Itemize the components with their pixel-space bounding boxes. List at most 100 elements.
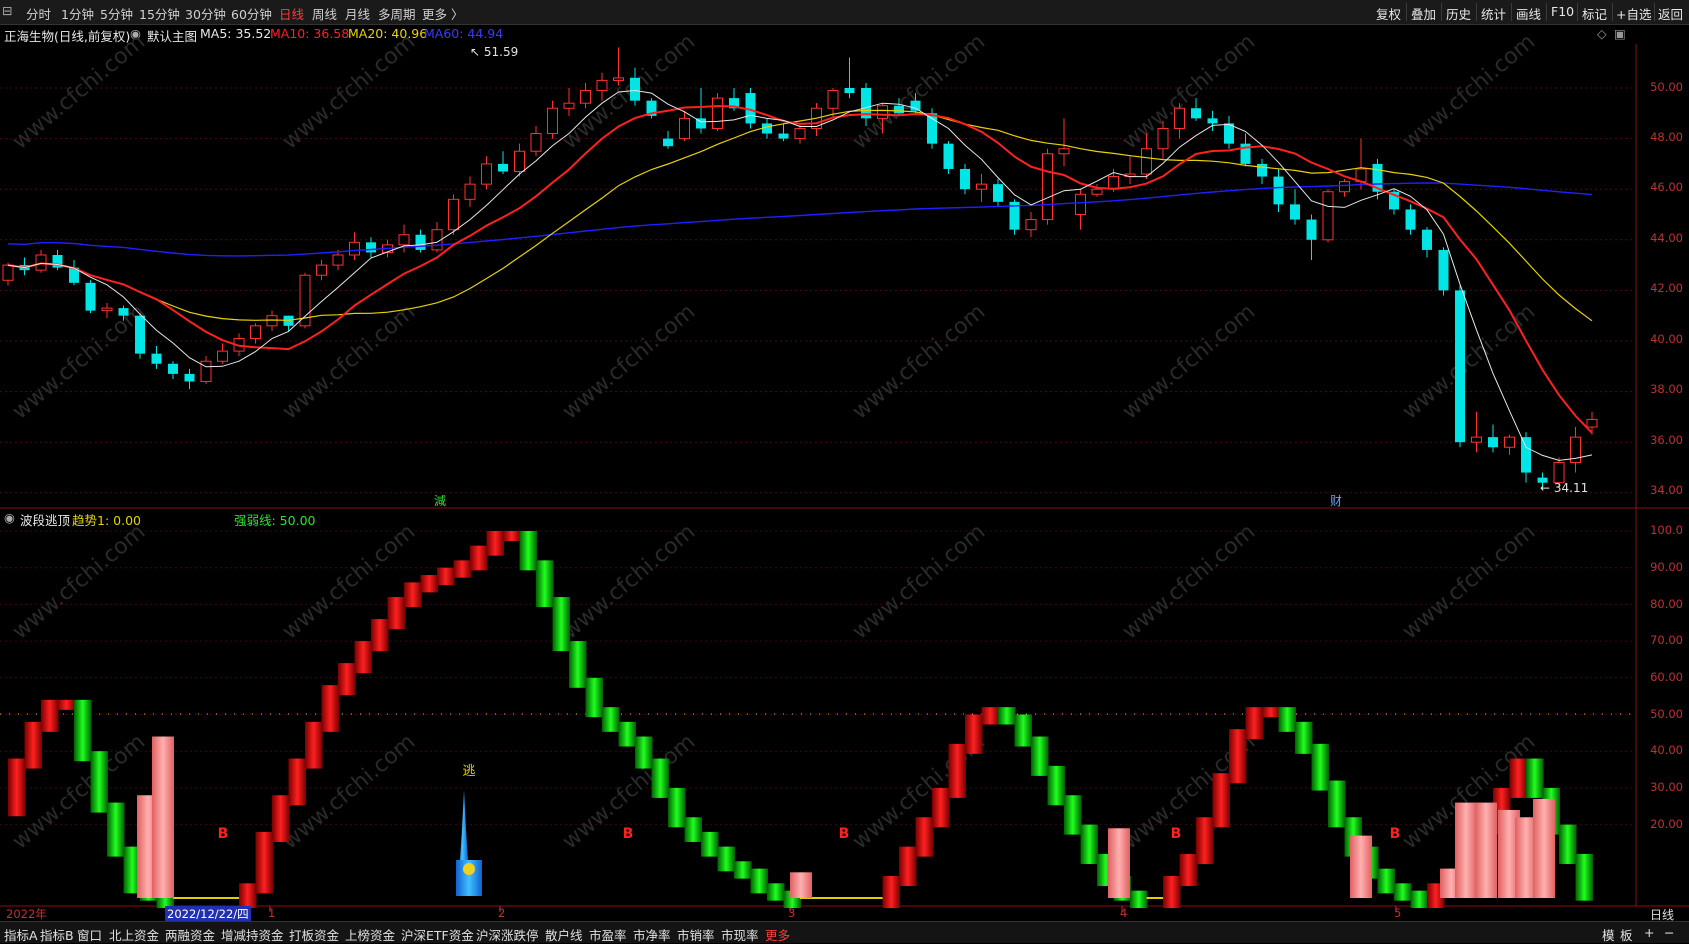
pink-bar	[1108, 828, 1130, 898]
candle	[151, 346, 162, 369]
wave-segment	[1575, 853, 1593, 901]
wave-segment	[338, 663, 356, 696]
candle	[580, 82, 591, 109]
candle	[1504, 434, 1515, 455]
buy-signal-label: B	[218, 826, 229, 842]
candle	[960, 163, 970, 195]
candle	[464, 176, 476, 207]
pink-bar	[1350, 835, 1372, 898]
wave-segment	[305, 721, 323, 769]
candle	[415, 229, 426, 253]
zoom-in-button[interactable]: +	[1644, 925, 1654, 940]
candle	[811, 103, 822, 137]
tab-ps[interactable]: 市销率	[677, 925, 715, 944]
wave-segment	[1295, 721, 1313, 754]
wave-segment	[915, 817, 933, 857]
watermark: www.cfchi.com	[1118, 519, 1260, 644]
pink-bar	[1455, 802, 1477, 898]
candle	[1306, 214, 1317, 261]
wave-segment	[1212, 773, 1230, 828]
candle	[547, 100, 558, 139]
wave-segment	[948, 743, 966, 798]
tab-limit-stats[interactable]: 沪深涨跌停	[476, 925, 539, 944]
kline-chart[interactable]: www.cfchi.com www.cfchi.com www.cfchi.com w…	[0, 0, 1689, 942]
candle	[498, 151, 508, 175]
pink-bar	[1475, 802, 1497, 898]
candle	[184, 368, 195, 390]
candle	[69, 260, 79, 286]
ma5-line	[7, 89, 1593, 461]
tab-holdings-change[interactable]: 增减持资金	[221, 925, 284, 944]
pink-bar	[790, 872, 812, 898]
wave-segment	[1559, 824, 1577, 864]
high-price-label: ↖ 51.59	[470, 45, 518, 59]
wave-segment	[882, 875, 900, 908]
wave-segment	[1311, 743, 1329, 791]
candle	[1586, 411, 1598, 435]
candle	[530, 125, 542, 157]
candle	[1273, 168, 1284, 212]
wave-segment	[1526, 758, 1544, 798]
candle	[1224, 115, 1234, 149]
finance-marker[interactable]: 财	[1330, 494, 1342, 508]
tab-northbound[interactable]: 北上资金	[109, 925, 159, 944]
candle	[844, 57, 855, 99]
candle	[563, 88, 575, 116]
tab-pcf[interactable]: 市现率	[721, 925, 759, 944]
tab-retail-line[interactable]: 散户线	[545, 925, 583, 944]
wave-segment	[618, 721, 636, 747]
candle	[398, 224, 410, 253]
wave-segment	[272, 795, 290, 842]
candle	[1058, 118, 1070, 167]
wave-segment	[486, 531, 504, 556]
wave-segment	[1410, 890, 1428, 908]
wave-segment	[404, 582, 422, 608]
wave-segment	[1163, 875, 1181, 908]
wave-segment	[1014, 714, 1032, 747]
candle	[52, 249, 63, 271]
watermark: www.cfchi.com	[8, 519, 150, 644]
watermark: www.cfchi.com	[558, 519, 700, 644]
tab-margin[interactable]: 两融资金	[165, 925, 215, 944]
mode-button[interactable]: 模	[1602, 925, 1615, 944]
candle	[976, 174, 987, 202]
tab-etf-fund[interactable]: 沪深ETF资金	[401, 925, 474, 944]
wave-segment	[437, 567, 455, 586]
zoom-out-button[interactable]: −	[1664, 925, 1674, 940]
candle	[1042, 148, 1053, 225]
wave-segment	[1245, 707, 1263, 740]
tab-pe[interactable]: 市盈率	[589, 925, 627, 944]
candle	[663, 131, 673, 149]
tab-pb[interactable]: 市净率	[633, 925, 671, 944]
tab-dragon-tiger[interactable]: 上榜资金	[345, 925, 395, 944]
event-marker[interactable]: 減	[434, 493, 446, 508]
wave-segment	[1377, 868, 1395, 894]
wave-segment	[635, 736, 653, 769]
candle	[993, 179, 1003, 207]
watermark: www.cfchi.com	[1398, 299, 1540, 424]
tab-window[interactable]: 窗口	[77, 925, 102, 944]
tab-indicator-a[interactable]: 指标A	[4, 925, 38, 944]
wave-segment	[701, 831, 719, 857]
candle	[1075, 189, 1086, 230]
wave-segment	[1509, 758, 1527, 798]
watermark: www.cfchi.com	[848, 519, 990, 644]
candle	[1290, 189, 1300, 225]
candle	[613, 47, 624, 86]
candle	[85, 280, 96, 314]
wave-segment	[1394, 883, 1412, 901]
wave-segment	[734, 861, 752, 879]
wave-segment	[1229, 729, 1247, 784]
tab-limit-up[interactable]: 打板资金	[289, 925, 339, 944]
pink-bar	[152, 736, 174, 898]
candle	[943, 141, 954, 175]
tab-indicator-b[interactable]: 指标B	[40, 925, 74, 944]
board-button[interactable]: 板	[1620, 925, 1633, 944]
watermark: www.cfchi.com	[278, 29, 420, 154]
tab-more-indicators[interactable]: 更多	[765, 925, 790, 944]
indicator-tabbar: 指标A 指标B 窗口 北上资金 两融资金 增减持资金 打板资金 上榜资金 沪深E…	[0, 921, 1689, 943]
wave-segment	[569, 641, 587, 688]
wave-segment	[899, 846, 917, 886]
ma60-line	[7, 182, 1593, 257]
year-label: 2022年	[6, 907, 47, 921]
